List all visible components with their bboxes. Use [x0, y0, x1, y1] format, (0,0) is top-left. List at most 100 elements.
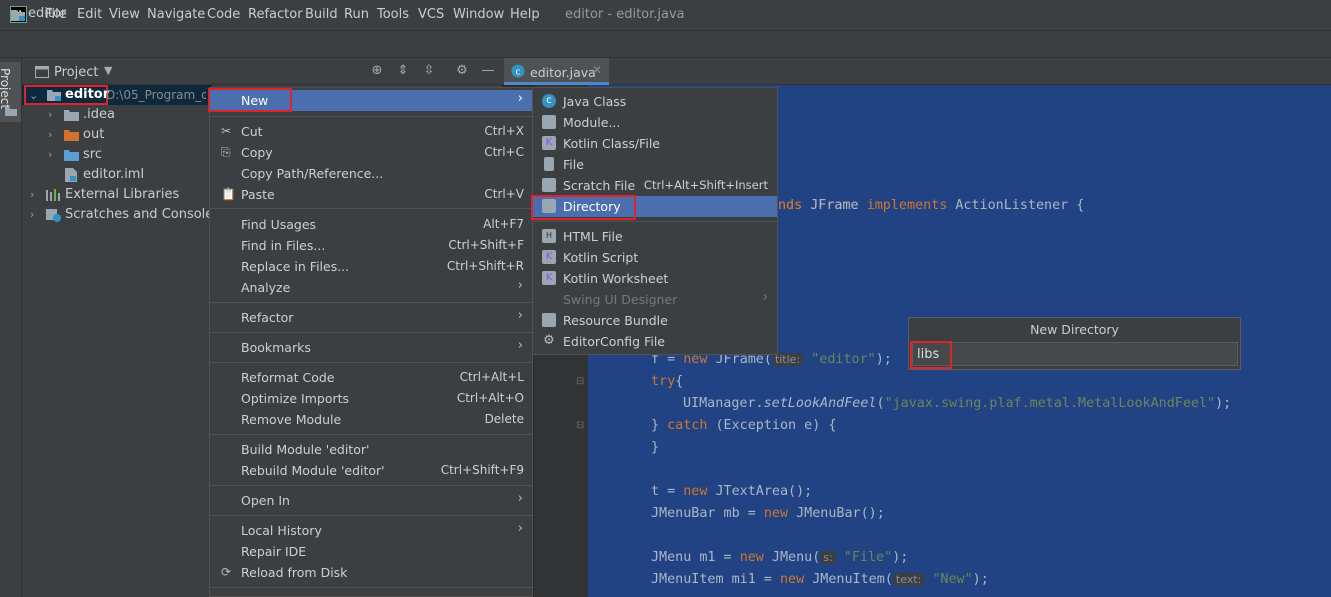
ctx-item-rebuild-module[interactable]: Rebuild Module 'editor' Ctrl+Shift+F9: [210, 460, 532, 481]
tree-item-iml[interactable]: editor.iml: [83, 165, 144, 185]
menu-refactor[interactable]: Refactor: [248, 7, 303, 22]
ctx-item-cut[interactable]: ✂ Cut Ctrl+X: [210, 121, 532, 142]
module-file-icon: [65, 168, 77, 182]
locate-icon[interactable]: ⊕: [369, 63, 385, 79]
breadcrumb-project[interactable]: editor: [28, 6, 66, 21]
menu-run[interactable]: Run: [344, 7, 369, 22]
ctx-item-find-in-files[interactable]: Find in Files... Ctrl+Shift+F: [210, 235, 532, 256]
chevron-right-icon: ›: [762, 290, 768, 305]
chevron-down-icon[interactable]: ⌄: [29, 89, 38, 102]
ctx-item-reformat[interactable]: Reformat Code Ctrl+Alt+L: [210, 367, 532, 388]
code-line: }: [651, 440, 660, 455]
collapse-all-icon[interactable]: ⇳: [421, 63, 437, 79]
code-line: JMenuBar mb = new JMenuBar();: [651, 506, 885, 521]
menu-separator: [210, 302, 532, 303]
sub-item-java-class[interactable]: c Java Class: [533, 91, 777, 112]
sub-item-kotlin-script[interactable]: K Kotlin Script: [533, 247, 777, 268]
tree-item-out[interactable]: out: [83, 125, 104, 145]
project-tool-tab-label: Project: [0, 68, 12, 110]
sub-item-resource-bundle[interactable]: Resource Bundle: [533, 310, 777, 331]
file-icon: [544, 157, 554, 171]
expand-all-icon[interactable]: ⇕: [395, 63, 411, 79]
reload-icon: ⟳: [221, 565, 232, 579]
module-icon: [542, 115, 556, 129]
chevron-right-icon[interactable]: ›: [30, 188, 34, 201]
fold-marker-icon[interactable]: ⊟: [576, 376, 584, 387]
ctx-item-local-history[interactable]: Local History ›: [210, 520, 532, 541]
tree-item-idea[interactable]: .idea: [83, 105, 115, 125]
sub-item-scratch-file[interactable]: Scratch File Ctrl+Alt+Shift+Insert: [533, 175, 777, 196]
menu-tools[interactable]: Tools: [377, 7, 409, 22]
close-icon[interactable]: ✕: [592, 63, 602, 77]
ctx-item-paste[interactable]: 📋 Paste Ctrl+V: [210, 184, 532, 205]
module-folder-icon: [11, 10, 25, 21]
minimize-icon[interactable]: —: [480, 63, 496, 79]
kotlin-worksheet-icon: K: [542, 271, 556, 285]
menu-separator: [210, 332, 532, 333]
ctx-item-replace-in-files[interactable]: Replace in Files... Ctrl+Shift+R: [210, 256, 532, 277]
ctx-item-bookmarks[interactable]: Bookmarks ›: [210, 337, 532, 358]
menu-separator: [210, 485, 532, 486]
source-folder-icon: [64, 150, 79, 161]
ctx-item-analyze[interactable]: Analyze ›: [210, 277, 532, 298]
menu-help[interactable]: Help: [510, 7, 540, 22]
ctx-item-optimize-imports[interactable]: Optimize Imports Ctrl+Alt+O: [210, 388, 532, 409]
menu-separator: [210, 434, 532, 435]
ctx-item-copy[interactable]: ⎘ Copy Ctrl+C: [210, 142, 532, 163]
chevron-down-icon[interactable]: ▼: [104, 64, 112, 77]
editor-tab-bar: [502, 58, 1331, 85]
chevron-right-icon: ›: [517, 521, 523, 536]
ctx-item-refactor[interactable]: Refactor ›: [210, 307, 532, 328]
menu-separator: [210, 362, 532, 363]
scissors-icon: ✂: [221, 124, 232, 138]
tree-root-path: D:\05_Program_de: [106, 88, 206, 102]
chevron-right-icon[interactable]: ›: [48, 148, 52, 161]
chevron-right-icon: ›: [517, 338, 523, 353]
sub-item-file[interactable]: File: [533, 154, 777, 175]
menu-navigate[interactable]: Navigate: [147, 7, 205, 22]
tree-root-label[interactable]: editor: [65, 85, 109, 105]
excluded-folder-icon: [64, 130, 79, 141]
code-line: nds JFrame implements ActionListener {: [778, 198, 1085, 213]
menu-separator: [533, 221, 777, 222]
menu-vcs[interactable]: VCS: [418, 7, 444, 22]
sub-item-kotlin-worksheet[interactable]: K Kotlin Worksheet: [533, 268, 777, 289]
html-file-icon: H: [542, 229, 556, 243]
menu-window[interactable]: Window: [453, 7, 504, 22]
sub-item-swing-ui-designer: Swing UI Designer ›: [563, 290, 768, 307]
fold-marker-icon[interactable]: ⊟: [576, 420, 584, 431]
chevron-right-icon[interactable]: ›: [48, 128, 52, 141]
java-class-icon: c: [511, 64, 525, 78]
ctx-item-build-module[interactable]: Build Module 'editor': [210, 439, 532, 460]
menu-code[interactable]: Code: [207, 7, 240, 22]
menu-build[interactable]: Build: [305, 7, 338, 22]
resource-bundle-icon: [542, 313, 556, 327]
module-folder-icon: [47, 90, 61, 101]
menu-view[interactable]: View: [109, 7, 140, 22]
chevron-right-icon: ›: [517, 278, 523, 293]
ctx-item-reload-from-disk[interactable]: ⟳ Reload from Disk: [210, 562, 532, 583]
gear-icon: ⚙: [543, 333, 555, 348]
ctx-item-remove-module[interactable]: Remove Module Delete: [210, 409, 532, 430]
ctx-item-repair-ide[interactable]: Repair IDE: [210, 541, 532, 562]
tree-item-external-libraries[interactable]: External Libraries: [65, 185, 179, 205]
tree-item-scratches[interactable]: Scratches and Consoles: [65, 205, 220, 225]
project-panel-title[interactable]: Project: [54, 65, 98, 80]
kotlin-file-icon: K: [542, 136, 556, 150]
directory-name-input[interactable]: [912, 342, 1238, 366]
sub-item-kotlin-class[interactable]: K Kotlin Class/File: [533, 133, 777, 154]
ctx-item-open-in[interactable]: Open In ›: [210, 490, 532, 511]
sub-item-html-file[interactable]: H HTML File: [533, 226, 777, 247]
ctx-item-find-usages[interactable]: Find Usages Alt+F7: [210, 214, 532, 235]
sub-item-editorconfig[interactable]: ⚙ EditorConfig File: [533, 331, 777, 352]
chevron-right-icon[interactable]: ›: [30, 208, 34, 221]
chevron-right-icon[interactable]: ›: [48, 108, 52, 121]
ctx-item-copy-path[interactable]: Copy Path/Reference...: [210, 163, 532, 184]
folder-icon: [5, 107, 17, 116]
sub-item-module[interactable]: Module...: [533, 112, 777, 133]
new-directory-title: New Directory: [1030, 322, 1119, 337]
menu-edit[interactable]: Edit: [77, 7, 102, 22]
gear-icon[interactable]: ⚙: [454, 63, 470, 79]
tool-window-strip: [0, 58, 22, 597]
tree-item-src[interactable]: src: [83, 145, 102, 165]
